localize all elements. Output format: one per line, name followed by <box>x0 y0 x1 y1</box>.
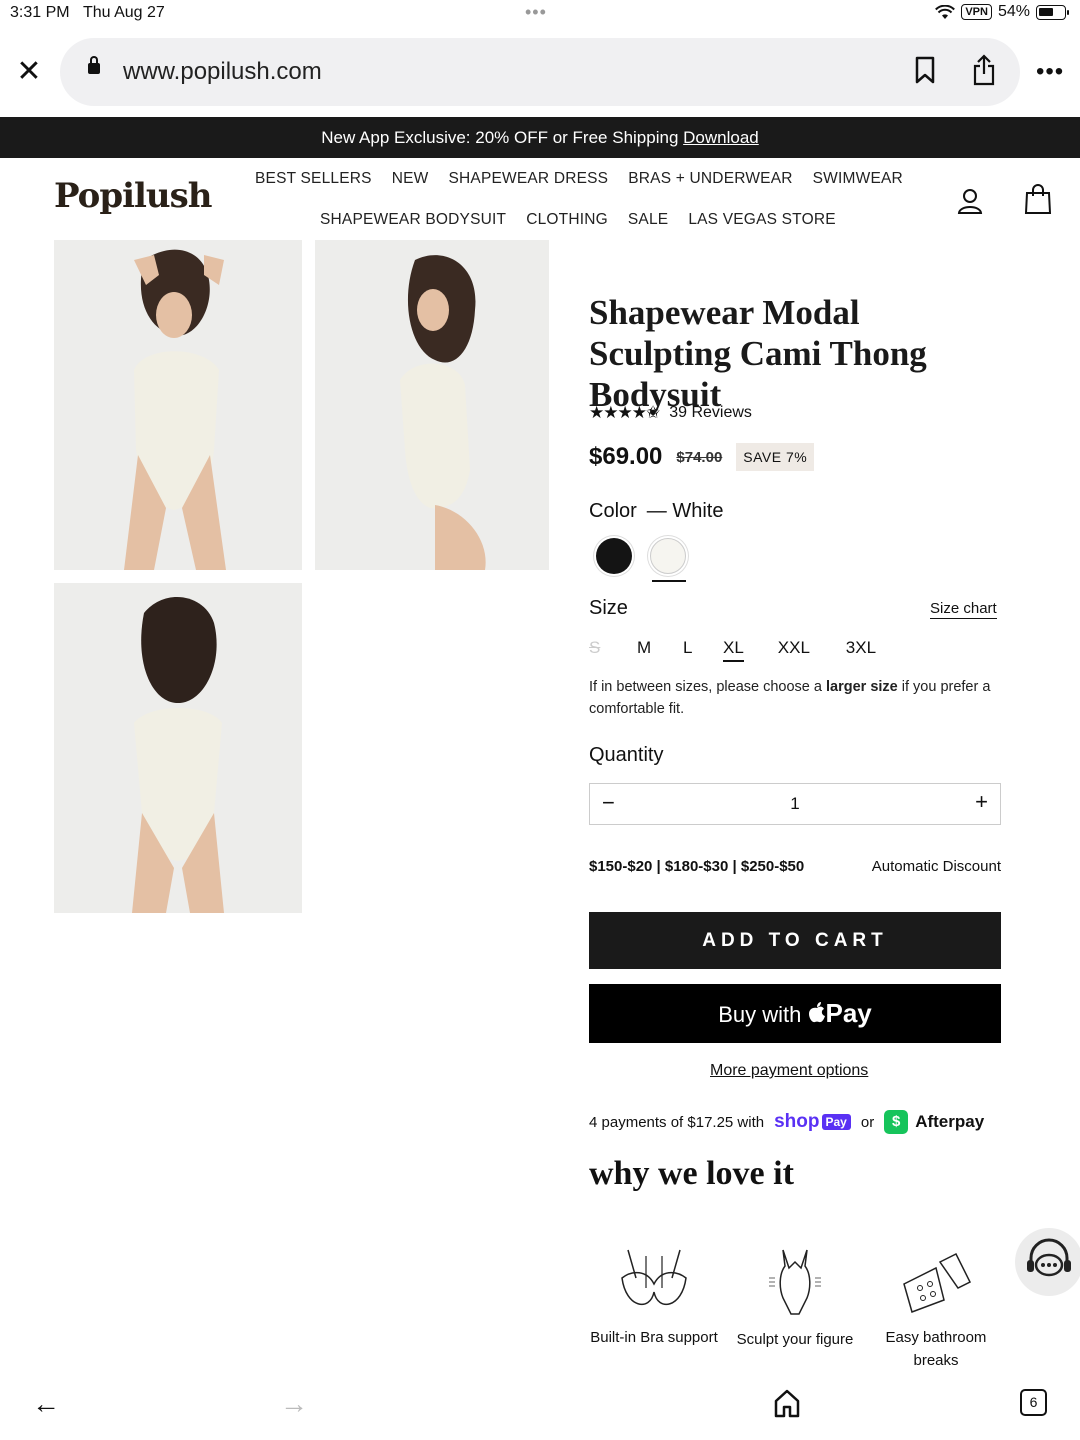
close-icon[interactable]: ✕ <box>14 54 44 90</box>
size-advice: If in between sizes, please choose a lar… <box>589 679 991 717</box>
nav-new[interactable]: NEW <box>392 170 429 188</box>
discount-tiers: $150-$20 | $180-$30 | $250-$50 <box>589 858 805 875</box>
bookmark-icon[interactable] <box>915 56 935 84</box>
color-label: Color — White <box>589 500 724 522</box>
multitask-dots-icon[interactable]: ••• <box>525 2 547 23</box>
snap-closure-icon <box>903 1252 972 1313</box>
feature-easy-bathroom-breaks: Easy bathroom breaks <box>866 1248 1006 1372</box>
browser-bar: ✕ www.popilush.com ••• <box>0 36 1080 108</box>
quantity-increase-button[interactable]: + <box>975 789 988 815</box>
shop-pay-logo[interactable]: shop Pay <box>774 1111 851 1133</box>
rating[interactable]: ★★★★✬ 39 Reviews <box>589 403 752 423</box>
wifi-icon <box>935 4 956 19</box>
size-option-l[interactable]: L <box>683 638 723 662</box>
browser-toolbar: ← → 6 <box>0 1376 1080 1440</box>
quantity-label: Quantity <box>589 744 664 766</box>
size-chart-link[interactable]: Size chart <box>930 600 997 619</box>
feature-sculpt-figure: Sculpt your figure <box>725 1248 865 1351</box>
tabs-count-button[interactable]: 6 <box>1020 1389 1047 1416</box>
share-icon[interactable] <box>972 54 996 86</box>
review-count[interactable]: 39 Reviews <box>669 404 752 422</box>
installments-info: 4 payments of $17.25 with shop Pay or $ Af… <box>589 1110 985 1134</box>
feature-built-in-bra: Built-in Bra support <box>584 1248 724 1349</box>
chat-support-button[interactable] <box>1015 1228 1080 1296</box>
url-text: www.popilush.com <box>123 58 322 85</box>
site-logo[interactable]: Popilush <box>54 176 213 216</box>
product-image-side[interactable] <box>315 240 549 570</box>
status-time: 3:31 PM Thu Aug 27 <box>10 4 165 21</box>
size-option-s-unavailable[interactable]: S <box>589 638 637 662</box>
vpn-badge: VPN <box>961 4 992 20</box>
nav-swimwear[interactable]: SWIMWEAR <box>813 170 903 188</box>
main-nav-row-2: SHAPEWEAR BODYSUIT CLOTHING SALE LAS VEG… <box>320 211 836 229</box>
nav-shapewear-dress[interactable]: SHAPEWEAR DRESS <box>448 170 608 188</box>
size-option-xxl[interactable]: XXL <box>778 638 846 662</box>
account-icon[interactable] <box>957 188 983 214</box>
product-title: Shapewear Modal Sculpting Cami Thong Bod… <box>589 293 927 414</box>
main-nav-row-1: BEST SELLERS NEW SHAPEWEAR DRESS BRAS + … <box>255 170 903 188</box>
size-label: Size <box>589 597 628 619</box>
afterpay-logo[interactable]: $ Afterpay <box>884 1110 984 1134</box>
price-row: $69.00 $74.00 SAVE 7% <box>589 443 815 471</box>
nav-sale[interactable]: SALE <box>628 211 668 229</box>
bodysuit-icon <box>769 1249 821 1315</box>
more-payment-options-link[interactable]: More payment options <box>710 1062 868 1080</box>
size-option-m[interactable]: M <box>637 638 683 662</box>
save-badge: SAVE 7% <box>736 443 815 471</box>
add-to-cart-button[interactable]: ADD TO CART <box>589 912 1001 969</box>
selected-swatch-indicator <box>652 580 686 582</box>
star-rating-icon: ★★★★✬ <box>589 403 660 422</box>
chat-headset-icon <box>1027 1238 1071 1277</box>
why-we-love-it-heading: why we love it <box>589 1155 794 1192</box>
promo-banner: New App Exclusive: 20% OFF or Free Shipp… <box>0 117 1080 158</box>
size-option-3xl[interactable]: 3XL <box>846 638 876 662</box>
bra-icon <box>621 1249 687 1306</box>
product-image-back[interactable] <box>54 583 302 913</box>
apple-pay-button[interactable]: Buy with Pay <box>589 984 1001 1043</box>
size-options: S M L XL XXL 3XL <box>589 638 876 662</box>
download-link[interactable]: Download <box>683 128 759 147</box>
forward-arrow-icon[interactable]: → <box>280 1388 308 1420</box>
more-options-icon[interactable]: ••• <box>1036 58 1064 86</box>
battery-icon <box>1036 4 1069 20</box>
nav-las-vegas-store[interactable]: LAS VEGAS STORE <box>688 211 835 229</box>
quantity-stepper: − 1 + <box>589 783 1001 825</box>
automatic-discount-label: Automatic Discount <box>871 858 1001 875</box>
nav-best-sellers[interactable]: BEST SELLERS <box>255 170 372 188</box>
size-option-xl-selected[interactable]: XL <box>723 638 744 662</box>
quantity-input[interactable]: 1 <box>590 794 1000 814</box>
home-icon[interactable] <box>773 1388 801 1418</box>
color-swatch-white[interactable] <box>650 538 686 574</box>
back-arrow-icon[interactable]: ← <box>32 1388 60 1420</box>
compare-price: $74.00 <box>676 448 723 466</box>
lock-icon <box>88 56 100 74</box>
nav-bras-underwear[interactable]: BRAS + UNDERWEAR <box>628 170 792 188</box>
apple-logo-icon <box>808 1002 825 1023</box>
status-bar: 3:31 PM Thu Aug 27 ••• VPN 54% <box>0 0 1080 28</box>
current-price: $69.00 <box>589 443 663 470</box>
nav-shapewear-bodysuit[interactable]: SHAPEWEAR BODYSUIT <box>320 211 506 229</box>
cart-bag-icon[interactable] <box>1024 184 1052 214</box>
battery-percent: 54% <box>997 3 1030 20</box>
address-bar[interactable]: www.popilush.com <box>60 38 1020 106</box>
nav-clothing[interactable]: CLOTHING <box>526 211 608 229</box>
color-swatch-black[interactable] <box>596 538 632 574</box>
cash-app-icon: $ <box>884 1110 909 1134</box>
selected-color: — White <box>646 500 724 522</box>
product-image-front[interactable] <box>54 240 302 570</box>
